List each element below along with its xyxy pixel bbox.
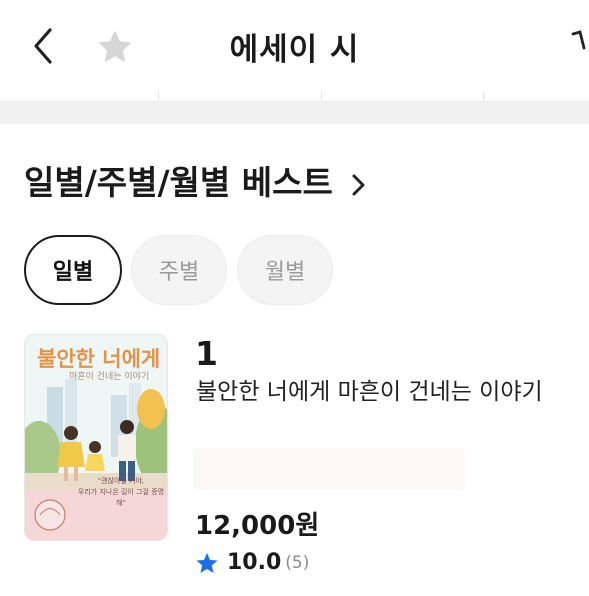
section-title: 일별/주별/월별 베스트 (24, 163, 333, 202)
rank-number: 1 (195, 334, 218, 373)
page-title: 에세이 시 (229, 32, 360, 68)
book-price: 12,000원 (195, 511, 320, 541)
category-tab-strip (0, 92, 589, 102)
bestseller-section-link[interactable]: 일별/주별/월별 베스트 (24, 156, 368, 204)
rating-score: 10.0 (227, 550, 282, 575)
rating-row: 10.0 (5) (195, 550, 309, 575)
book-cover[interactable]: 불안한 너에게 마흔이 건네는 이야기 "괜찮아질 거야, 우리가 지나온 길이… (24, 334, 168, 541)
cover-quote: "괜찮아질 거야, 우리가 지나온 길이 그걸 증명해" (77, 477, 165, 507)
book-title[interactable]: 불안한 너에게 마흔이 건네는 이야기 (196, 374, 556, 411)
chevron-right-icon (352, 174, 365, 195)
cut-off-icon (571, 30, 586, 50)
section-separator (0, 102, 589, 124)
author-placeholder (193, 448, 465, 490)
review-count: (5) (285, 552, 310, 573)
cover-subtitle: 마흔이 건네는 이야기 (69, 372, 150, 382)
award-badge-icon (34, 499, 66, 531)
star-icon (196, 552, 218, 573)
partial-icon[interactable] (568, 26, 589, 62)
tab-monthly[interactable]: 월별 (237, 235, 333, 305)
tab-weekly[interactable]: 주별 (131, 235, 227, 305)
tab-daily[interactable]: 일별 (24, 235, 122, 305)
top-app-bar: 에세이 시 (0, 0, 589, 92)
